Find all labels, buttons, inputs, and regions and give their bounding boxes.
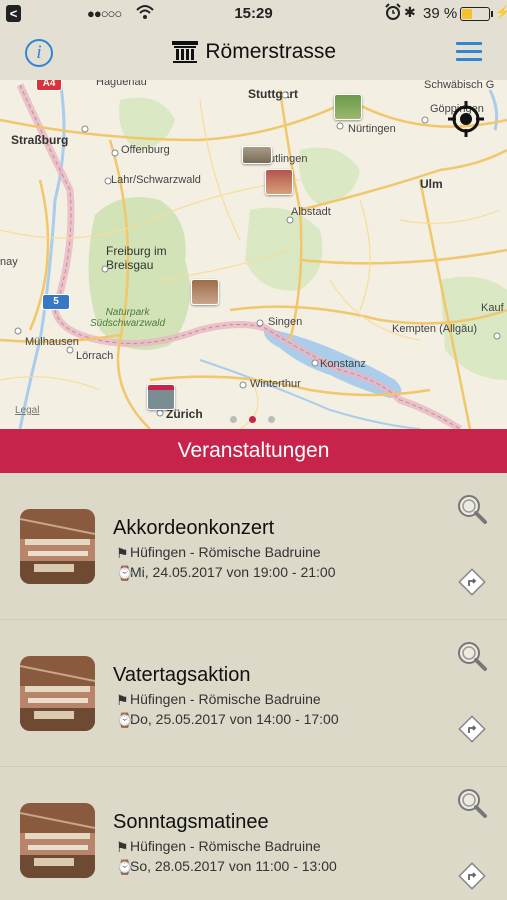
map-marker-poi[interactable] bbox=[147, 384, 175, 410]
event-list[interactable]: Akkordeonkonzert ⚑ Hüfingen - Römische B… bbox=[0, 473, 507, 900]
event-location-text: Hüfingen - Römische Badruine bbox=[130, 691, 321, 707]
ruin-image bbox=[20, 509, 95, 584]
ruin-image bbox=[20, 803, 95, 878]
battery-percent: 39 % bbox=[423, 5, 458, 22]
event-datetime-text: Mi, 24.05.2017 von 19:00 - 21:00 bbox=[130, 564, 336, 580]
route-directions-icon[interactable] bbox=[458, 862, 486, 890]
flag-icon: ⚑ bbox=[116, 545, 129, 561]
event-location: ⚑ Hüfingen - Römische Badruine bbox=[116, 544, 321, 561]
route-directions-icon[interactable] bbox=[458, 715, 486, 743]
map-marker-poi[interactable] bbox=[265, 169, 293, 195]
event-datetime-text: Do, 25.05.2017 von 14:00 - 17:00 bbox=[130, 711, 339, 727]
map-marker-poi[interactable] bbox=[242, 146, 272, 164]
bluetooth-icon: ✱ bbox=[404, 4, 416, 20]
event-location: ⚑ Hüfingen - Römische Badruine bbox=[116, 691, 321, 708]
watch-icon: ⌚ bbox=[116, 565, 134, 581]
event-thumbnail bbox=[20, 803, 95, 878]
page-dot[interactable] bbox=[268, 416, 275, 423]
watch-icon: ⌚ bbox=[116, 859, 134, 875]
charging-bolt-icon: ⚡ bbox=[495, 5, 507, 19]
section-header: Veranstaltungen bbox=[0, 429, 507, 473]
nav-title-wrap: Römerstrasse bbox=[0, 40, 507, 64]
event-datetime: ⌚ So, 28.05.2017 von 11:00 - 13:00 bbox=[116, 858, 337, 875]
event-thumbnail bbox=[20, 509, 95, 584]
temple-icon bbox=[171, 41, 198, 63]
zoom-in-icon[interactable] bbox=[456, 493, 488, 525]
event-row[interactable]: Sonntagsmatinee ⚑ Hüfingen - Römische Ba… bbox=[0, 767, 507, 900]
event-title[interactable]: Sonntagsmatinee bbox=[113, 811, 269, 834]
nav-bar: i Römerstrasse bbox=[0, 28, 507, 80]
event-title[interactable]: Akkordeonkonzert bbox=[113, 517, 274, 540]
flag-icon: ⚑ bbox=[116, 839, 129, 855]
event-row[interactable]: Akkordeonkonzert ⚑ Hüfingen - Römische B… bbox=[0, 473, 507, 620]
alarm-icon bbox=[385, 3, 401, 20]
event-datetime-text: So, 28.05.2017 von 11:00 - 13:00 bbox=[130, 858, 337, 874]
zoom-in-icon[interactable] bbox=[456, 787, 488, 819]
event-location: ⚑ Hüfingen - Römische Badruine bbox=[116, 838, 321, 855]
event-row[interactable]: Vatertagsaktion ⚑ Hüfingen - Römische Ba… bbox=[0, 620, 507, 767]
city-dots bbox=[14, 91, 501, 417]
battery-icon bbox=[460, 7, 490, 21]
map-marker-poi[interactable] bbox=[334, 94, 362, 120]
battery-tip bbox=[491, 11, 493, 17]
hamburger-menu-icon[interactable] bbox=[456, 42, 482, 62]
zoom-in-icon[interactable] bbox=[456, 640, 488, 672]
map-marker-poi[interactable] bbox=[191, 279, 219, 305]
event-location-text: Hüfingen - Römische Badruine bbox=[130, 544, 321, 560]
page-dot[interactable] bbox=[249, 416, 256, 423]
map-view[interactable]: Haguenau Stuttgart Schwäbisch G Göppinge… bbox=[0, 80, 507, 429]
watch-icon: ⌚ bbox=[116, 712, 134, 728]
event-datetime: ⌚ Do, 25.05.2017 von 14:00 - 17:00 bbox=[116, 711, 339, 728]
page-title: Römerstrasse bbox=[205, 40, 337, 63]
status-bar: < ●●○○○ 15:29 ✱ 39 % ⚡ bbox=[0, 0, 507, 28]
event-thumbnail bbox=[20, 656, 95, 731]
event-location-text: Hüfingen - Römische Badruine bbox=[130, 838, 321, 854]
locate-me-icon[interactable] bbox=[446, 99, 486, 139]
flag-icon: ⚑ bbox=[116, 692, 129, 708]
map-page-indicator[interactable] bbox=[230, 410, 287, 423]
map-legal-link[interactable]: Legal bbox=[15, 405, 39, 416]
event-datetime: ⌚ Mi, 24.05.2017 von 19:00 - 21:00 bbox=[116, 564, 336, 581]
page-dot[interactable] bbox=[230, 416, 237, 423]
event-title[interactable]: Vatertagsaktion bbox=[113, 664, 251, 687]
route-directions-icon[interactable] bbox=[458, 568, 486, 596]
ruin-image bbox=[20, 656, 95, 731]
